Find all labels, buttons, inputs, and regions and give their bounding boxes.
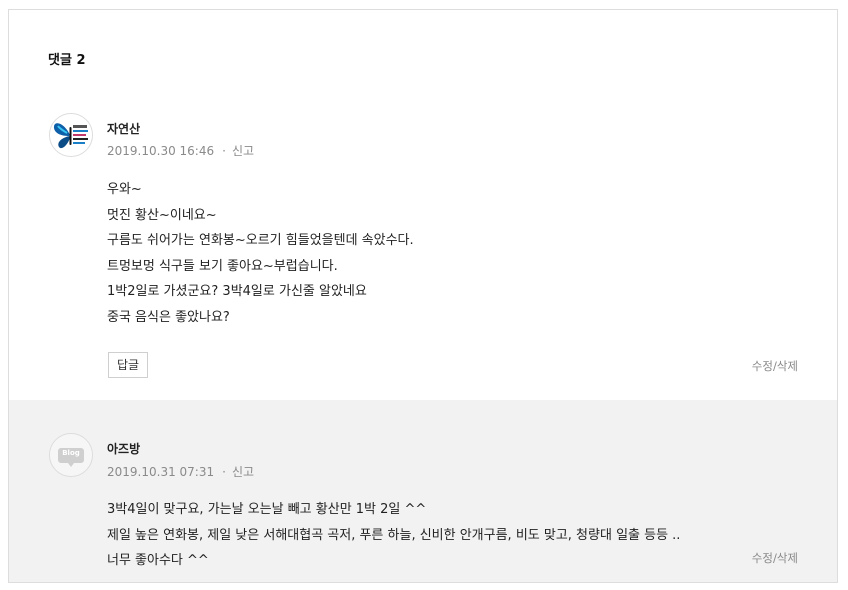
edit-delete-link[interactable]: 수정/삭제: [752, 358, 798, 374]
comment-meta: 2019.10.31 07:31 · 신고: [107, 463, 254, 480]
comment-line: 트멍보멍 식구들 보기 좋아요~부럽습니다.: [107, 258, 338, 274]
avatar[interactable]: Blog: [49, 433, 93, 477]
butterfly-icon: [50, 114, 92, 156]
comment-line: 멋진 황산~이네요~: [107, 207, 217, 223]
comment-line: 우와~: [107, 182, 142, 197]
comment-body: 3박4일이 맞구요, 가는날 오는날 빼고 황산만 1박 2일 ^^ 제일 높은…: [107, 497, 680, 574]
reply-button[interactable]: 답글: [108, 352, 148, 378]
comment-line: 3박4일이 맞구요, 가는날 오는날 빼고 황산만 1박 2일 ^^: [107, 502, 427, 517]
comment-date: 2019.10.30 16:46: [107, 144, 215, 158]
comment-line: 구름도 쉬어가는 연화봉~오르기 힘들었을텐데 속았수다.: [107, 233, 414, 248]
report-link[interactable]: 신고: [232, 144, 254, 158]
report-link[interactable]: 신고: [232, 465, 254, 479]
comment-author[interactable]: 자연산: [107, 120, 140, 137]
comment-line: 1박2일로 가셨군요? 3박4일로 가신줄 알았네요: [107, 284, 367, 299]
blog-icon-label: Blog: [62, 449, 80, 457]
comments-title: 댓글 2: [48, 53, 86, 68]
comment-line: 제일 높은 연화봉, 제일 낮은 서해대협곡 곡저, 푸른 하늘, 신비한 안개…: [107, 527, 681, 543]
avatar[interactable]: [49, 113, 93, 157]
comment-meta: 2019.10.30 16:46 · 신고: [107, 142, 254, 159]
comment-item: Blog 아즈방 2019.10.31 07:31 · 신고 3박4일이 맞구요, …: [9, 400, 837, 582]
comments-panel: 댓글 2 자연산 2019.10.30 16:46 · 신고 우와~ 멋진 황산~이…: [8, 9, 838, 583]
comment-line: 너무 좋아수다 ^^: [107, 553, 209, 568]
comment-item: 자연산 2019.10.30 16:46 · 신고 우와~ 멋진 황산~이네요~ 구…: [9, 98, 837, 400]
comment-body: 우와~ 멋진 황산~이네요~ 구름도 쉬어가는 연화봉~오르기 힘들었을텐데 속…: [107, 177, 414, 330]
comment-line: 중국 음식은 좋았나요?: [107, 309, 230, 325]
comment-date: 2019.10.31 07:31: [107, 465, 215, 479]
edit-delete-link[interactable]: 수정/삭제: [752, 550, 798, 566]
separator-dot: ·: [222, 465, 226, 479]
comment-author[interactable]: 아즈방: [107, 440, 140, 457]
separator-dot: ·: [222, 144, 226, 158]
